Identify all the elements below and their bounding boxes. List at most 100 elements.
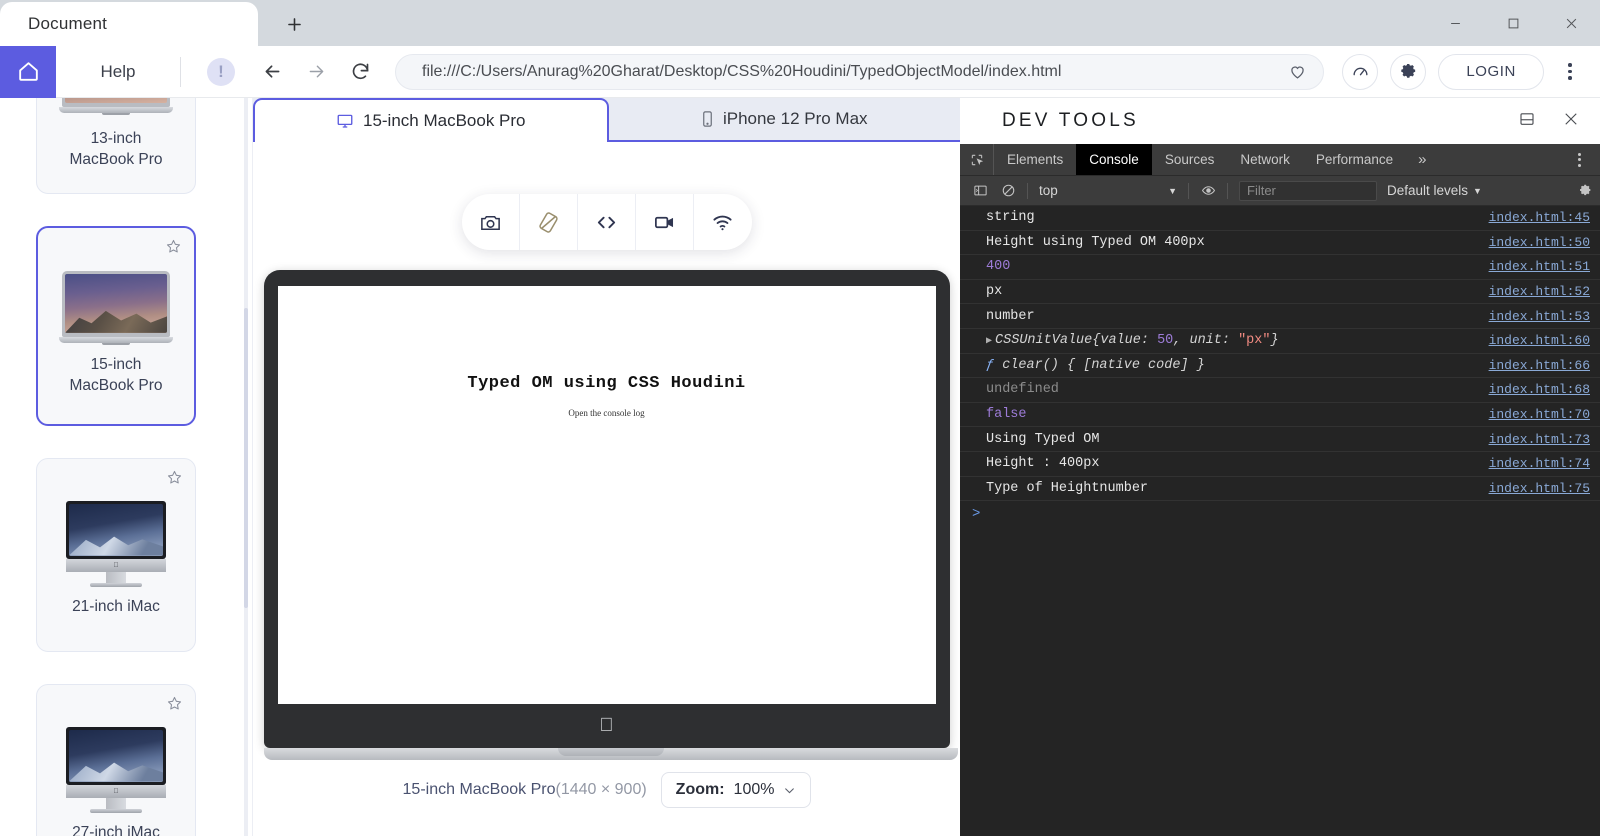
tab-performance[interactable]: Performance xyxy=(1303,144,1406,175)
device-card-27-imac[interactable]:  27-inch iMac xyxy=(36,684,196,836)
heart-icon[interactable] xyxy=(1288,62,1307,81)
zoom-select[interactable]: Zoom: 100% xyxy=(660,772,812,808)
tab-iphone-12-pro-max[interactable]: iPhone 12 Pro Max xyxy=(609,98,961,140)
reload-button[interactable] xyxy=(339,51,381,93)
info-icon[interactable]: ! xyxy=(207,57,235,86)
console-row[interactable]: undefined index.html:68 xyxy=(960,378,1600,403)
console-source-link[interactable]: index.html:70 xyxy=(1475,407,1590,422)
back-button[interactable] xyxy=(251,51,293,93)
phone-icon xyxy=(703,111,712,127)
tab-15-inch-macbook-pro[interactable]: 15-inch MacBook Pro xyxy=(253,98,609,142)
console-toolbar: top ▼ Filter Default levels ▼ xyxy=(960,176,1600,206)
wifi-icon[interactable] xyxy=(694,194,752,250)
console-source-link[interactable]: index.html:68 xyxy=(1475,382,1590,397)
console-log-levels-select[interactable]: Default levels ▼ xyxy=(1387,183,1482,198)
live-expression-icon[interactable] xyxy=(1194,177,1222,205)
console-row[interactable]: Type of Heightnumber index.html:75 xyxy=(960,476,1600,502)
tab-network[interactable]: Network xyxy=(1227,144,1303,175)
device-card-21-imac[interactable]:  21-inch iMac xyxy=(36,458,196,652)
star-icon[interactable] xyxy=(166,695,183,717)
console-source-link[interactable]: index.html:51 xyxy=(1475,259,1590,274)
console-settings-gear-icon[interactable] xyxy=(1578,183,1593,198)
help-link[interactable]: Help xyxy=(56,62,180,82)
toolbar-separator xyxy=(1227,182,1228,199)
expand-triangle-icon[interactable]: ▶ xyxy=(986,336,992,347)
forward-button[interactable] xyxy=(295,51,337,93)
apple-logo-icon:  xyxy=(599,715,613,737)
chevron-down-icon: ▼ xyxy=(1168,185,1177,196)
console-source-link[interactable]: index.html:73 xyxy=(1475,432,1590,447)
browser-toolbar: Help ! file:///C:/Users/Anurag%20Gharat/… xyxy=(0,45,1600,98)
tab-elements[interactable]: Elements xyxy=(994,144,1076,175)
home-button[interactable] xyxy=(0,45,56,98)
console-row[interactable]: ƒ clear() { [native code] } index.html:6… xyxy=(960,353,1600,379)
console-source-link[interactable]: index.html:74 xyxy=(1475,456,1590,471)
console-context-select[interactable]: top ▼ xyxy=(1033,180,1183,202)
console-source-link[interactable]: index.html:66 xyxy=(1475,358,1590,373)
star-icon[interactable] xyxy=(165,238,182,260)
console-row[interactable]: number index.html:53 xyxy=(960,304,1600,329)
page-viewport[interactable]: Typed OM using CSS Houdini Open the cons… xyxy=(277,286,936,704)
login-button[interactable]: LOGIN xyxy=(1438,53,1544,90)
sidebar-scrollbar[interactable] xyxy=(244,98,248,836)
url-bar[interactable]: file:///C:/Users/Anurag%20Gharat/Desktop… xyxy=(395,53,1325,90)
status-device-name: 15-inch MacBook Pro(1440 × 900) xyxy=(403,781,647,799)
toolbar-divider xyxy=(180,56,181,87)
device-frame: Typed OM using CSS Houdini Open the cons… xyxy=(263,270,958,760)
console-message: undefined xyxy=(986,382,1059,398)
console-row[interactable]: string index.html:45 xyxy=(960,206,1600,231)
window-controls xyxy=(1426,0,1600,46)
camera-icon[interactable] xyxy=(462,194,520,250)
device-card-15-macbook[interactable]: 15-inch MacBook Pro xyxy=(36,226,196,426)
device-sidebar[interactable]: 13-inch MacBook Pro 15-inch MacBook Pro … xyxy=(0,98,252,836)
code-icon[interactable] xyxy=(578,194,636,250)
console-row[interactable]: Using Typed OM index.html:73 xyxy=(960,427,1600,452)
console-row[interactable]: 400 index.html:51 xyxy=(960,255,1600,280)
object-suffix: } xyxy=(1270,333,1279,349)
console-message: number xyxy=(986,308,1035,324)
device-label-line2: MacBook Pro xyxy=(69,151,163,169)
maximize-button[interactable] xyxy=(1484,0,1542,46)
device-card-13-macbook[interactable]: 13-inch MacBook Pro xyxy=(36,98,196,194)
chevron-double-right-icon[interactable]: » xyxy=(1406,144,1438,175)
device-label-line2: MacBook Pro xyxy=(69,377,163,395)
console-message-list[interactable]: string index.html:45 Height using Typed … xyxy=(960,206,1600,528)
console-filter-input[interactable]: Filter xyxy=(1239,180,1377,201)
star-icon[interactable] xyxy=(166,469,183,491)
macbook-bezel: Typed OM using CSS Houdini Open the cons… xyxy=(263,270,950,748)
speedometer-icon[interactable] xyxy=(1342,53,1379,90)
browser-menu-button[interactable] xyxy=(1552,52,1588,92)
minimize-button[interactable] xyxy=(1426,0,1484,46)
rotate-icon[interactable] xyxy=(520,194,578,250)
inspect-element-icon[interactable] xyxy=(960,144,994,175)
console-source-link[interactable]: index.html:53 xyxy=(1475,309,1590,324)
devtools-panel: DEV TOOLS Elements Console Sources Netwo… xyxy=(960,98,1600,836)
clear-console-icon[interactable] xyxy=(994,177,1022,205)
page-heading: Typed OM using CSS Houdini xyxy=(467,374,746,393)
close-button[interactable] xyxy=(1542,0,1600,46)
function-body: clear() { [native code] } xyxy=(1002,357,1205,373)
console-row[interactable]: false index.html:70 xyxy=(960,402,1600,428)
console-row[interactable]: px index.html:52 xyxy=(960,279,1600,305)
tab-sources[interactable]: Sources xyxy=(1152,144,1228,175)
close-icon[interactable] xyxy=(1562,110,1580,133)
console-source-link[interactable]: index.html:50 xyxy=(1475,235,1590,250)
tab-console[interactable]: Console xyxy=(1076,144,1152,175)
devtools-menu-button[interactable] xyxy=(1566,152,1592,167)
console-source-link[interactable]: index.html:45 xyxy=(1475,210,1590,225)
console-row[interactable]: Height : 400px index.html:74 xyxy=(960,451,1600,477)
new-tab-button[interactable] xyxy=(258,2,330,46)
browser-tab[interactable]: Document xyxy=(0,2,258,46)
gear-icon[interactable] xyxy=(1390,53,1427,90)
console-row[interactable]: Height using Typed OM 400px index.html:5… xyxy=(960,230,1600,256)
show-console-sidebar-icon[interactable] xyxy=(966,177,994,205)
console-source-link[interactable]: index.html:52 xyxy=(1475,284,1590,299)
video-icon[interactable] xyxy=(636,194,694,250)
url-input[interactable]: file:///C:/Users/Anurag%20Gharat/Desktop… xyxy=(422,63,1288,81)
sidebar-scrollbar-thumb[interactable] xyxy=(244,308,248,608)
console-row[interactable]: ▶ CSSUnitValue{value: 50, unit: "px"} ind… xyxy=(960,328,1600,354)
dock-to-bottom-icon[interactable] xyxy=(1518,110,1536,133)
console-source-link[interactable]: index.html:60 xyxy=(1475,333,1590,348)
console-prompt[interactable]: > xyxy=(960,501,1600,528)
console-source-link[interactable]: index.html:75 xyxy=(1475,481,1590,496)
